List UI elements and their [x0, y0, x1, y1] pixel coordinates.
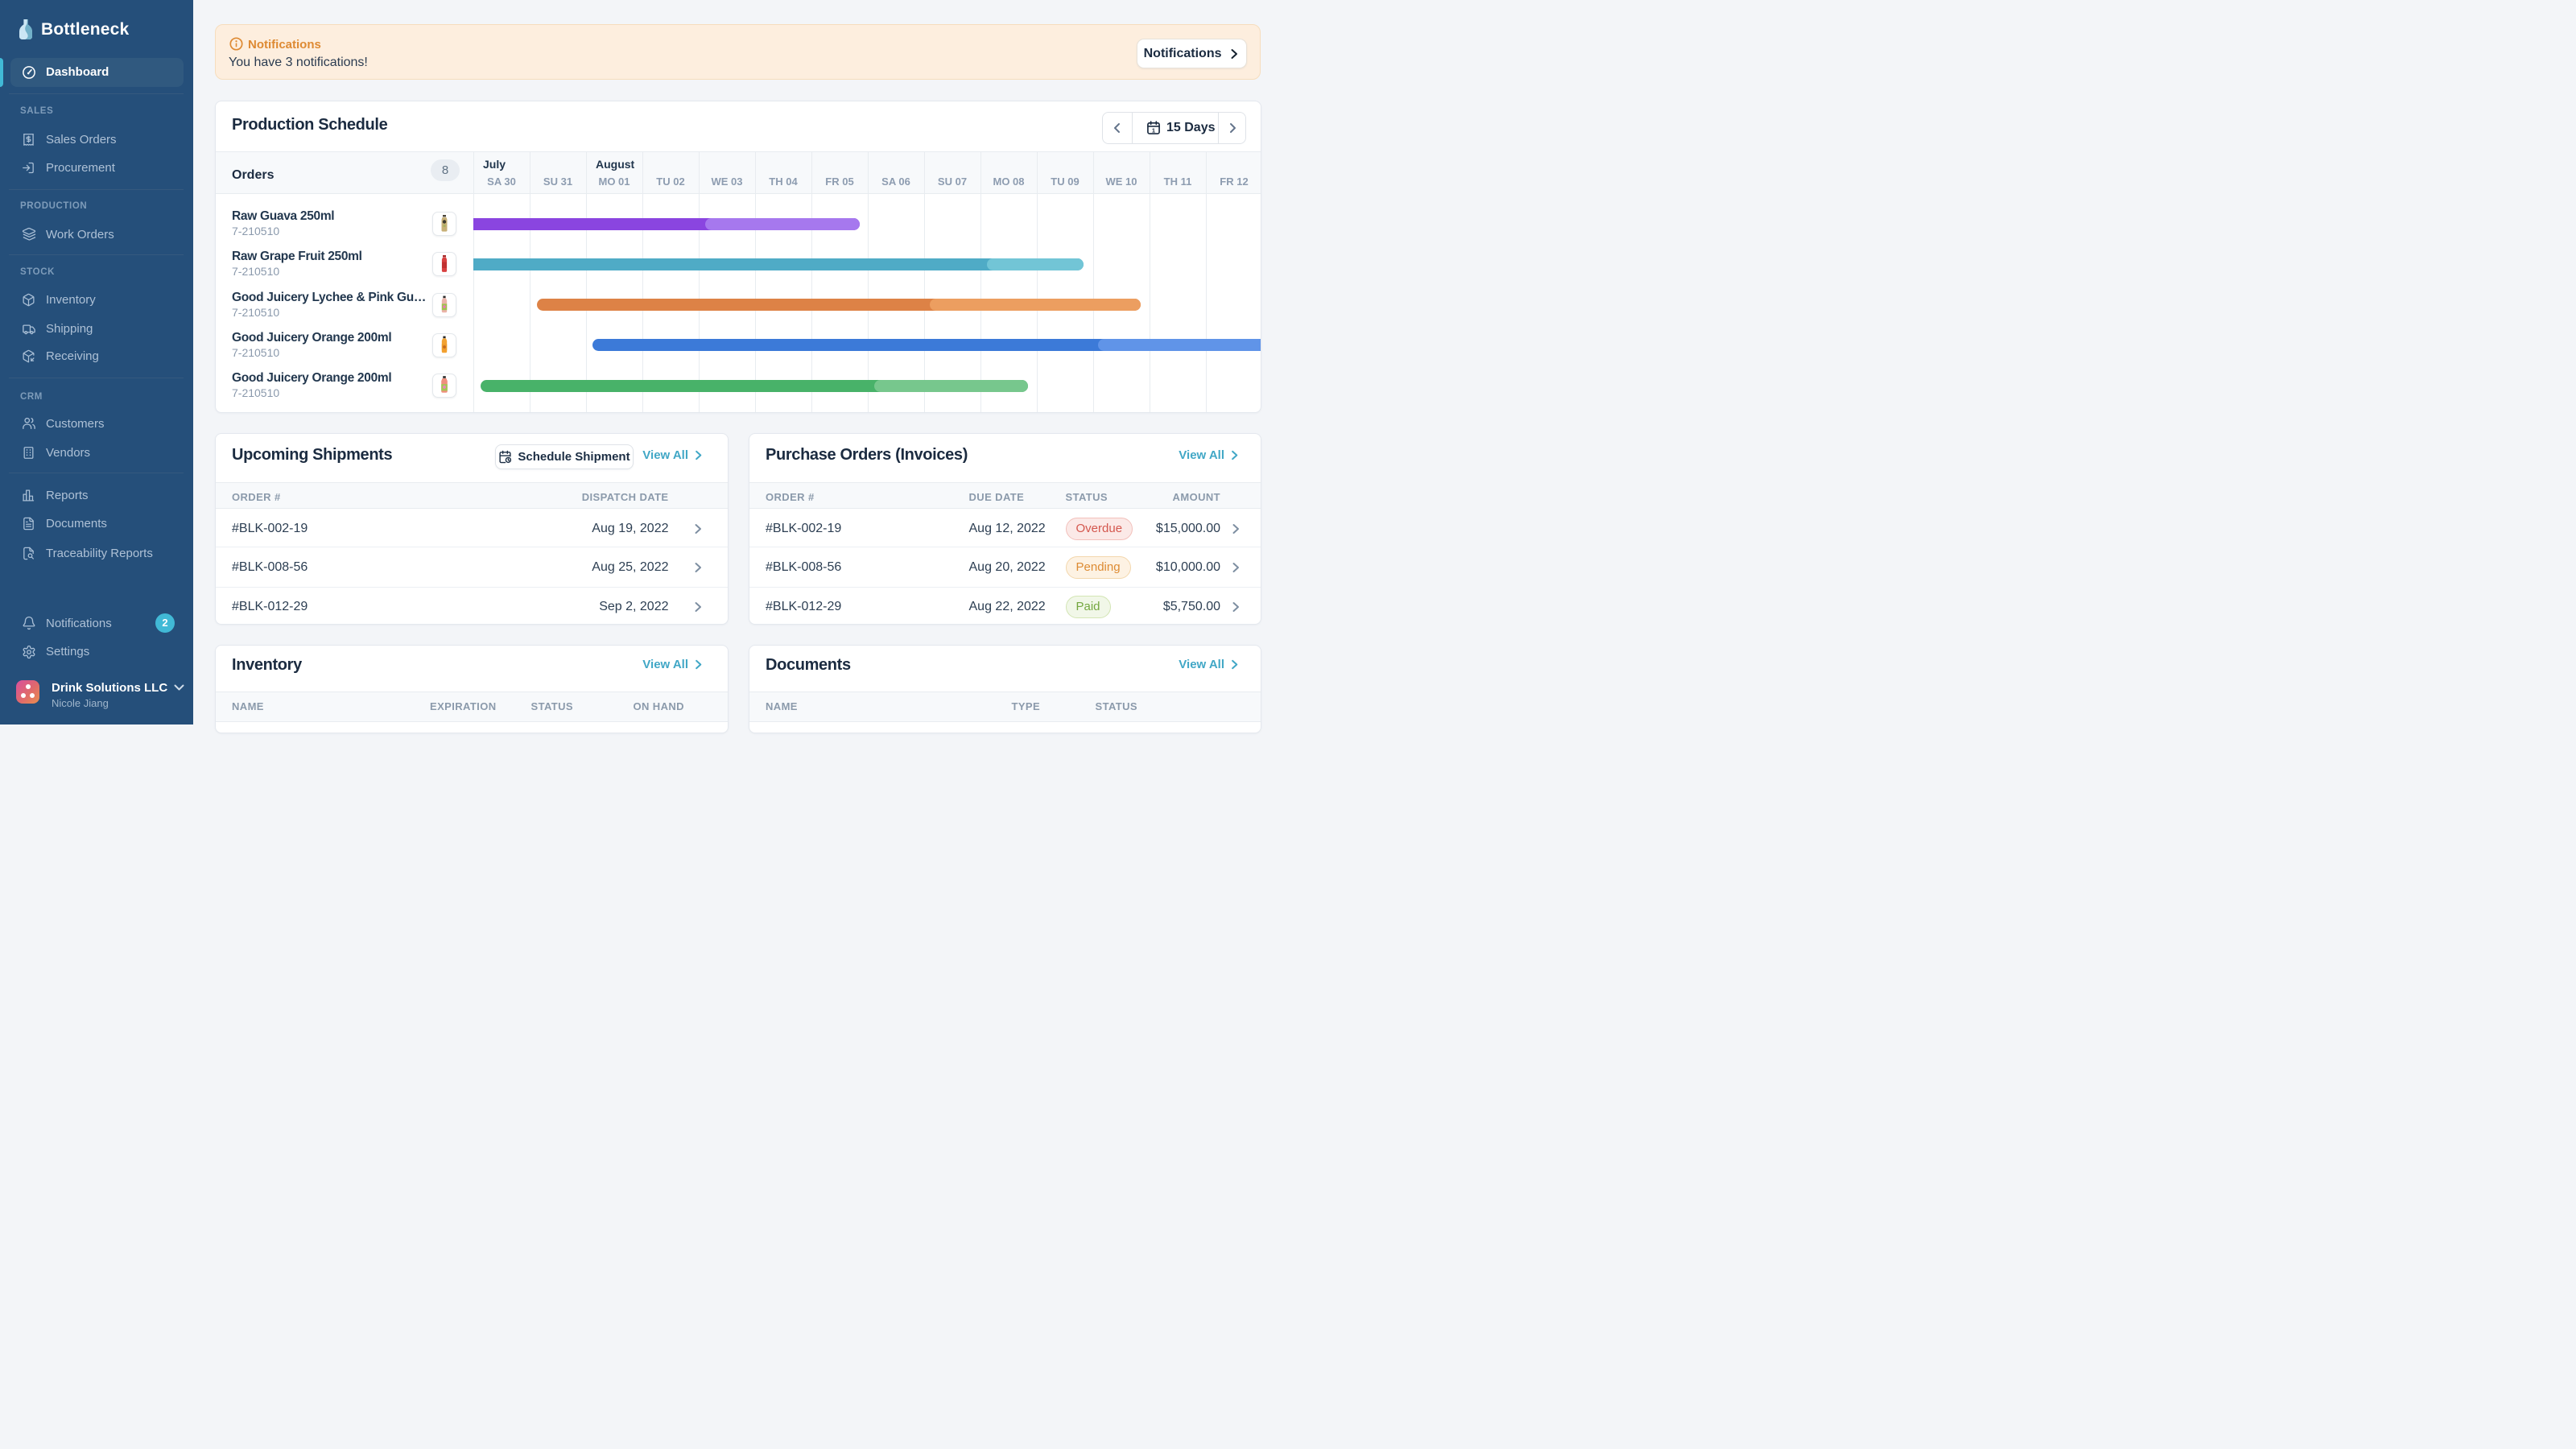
svg-text:1: 1 — [1152, 126, 1155, 134]
